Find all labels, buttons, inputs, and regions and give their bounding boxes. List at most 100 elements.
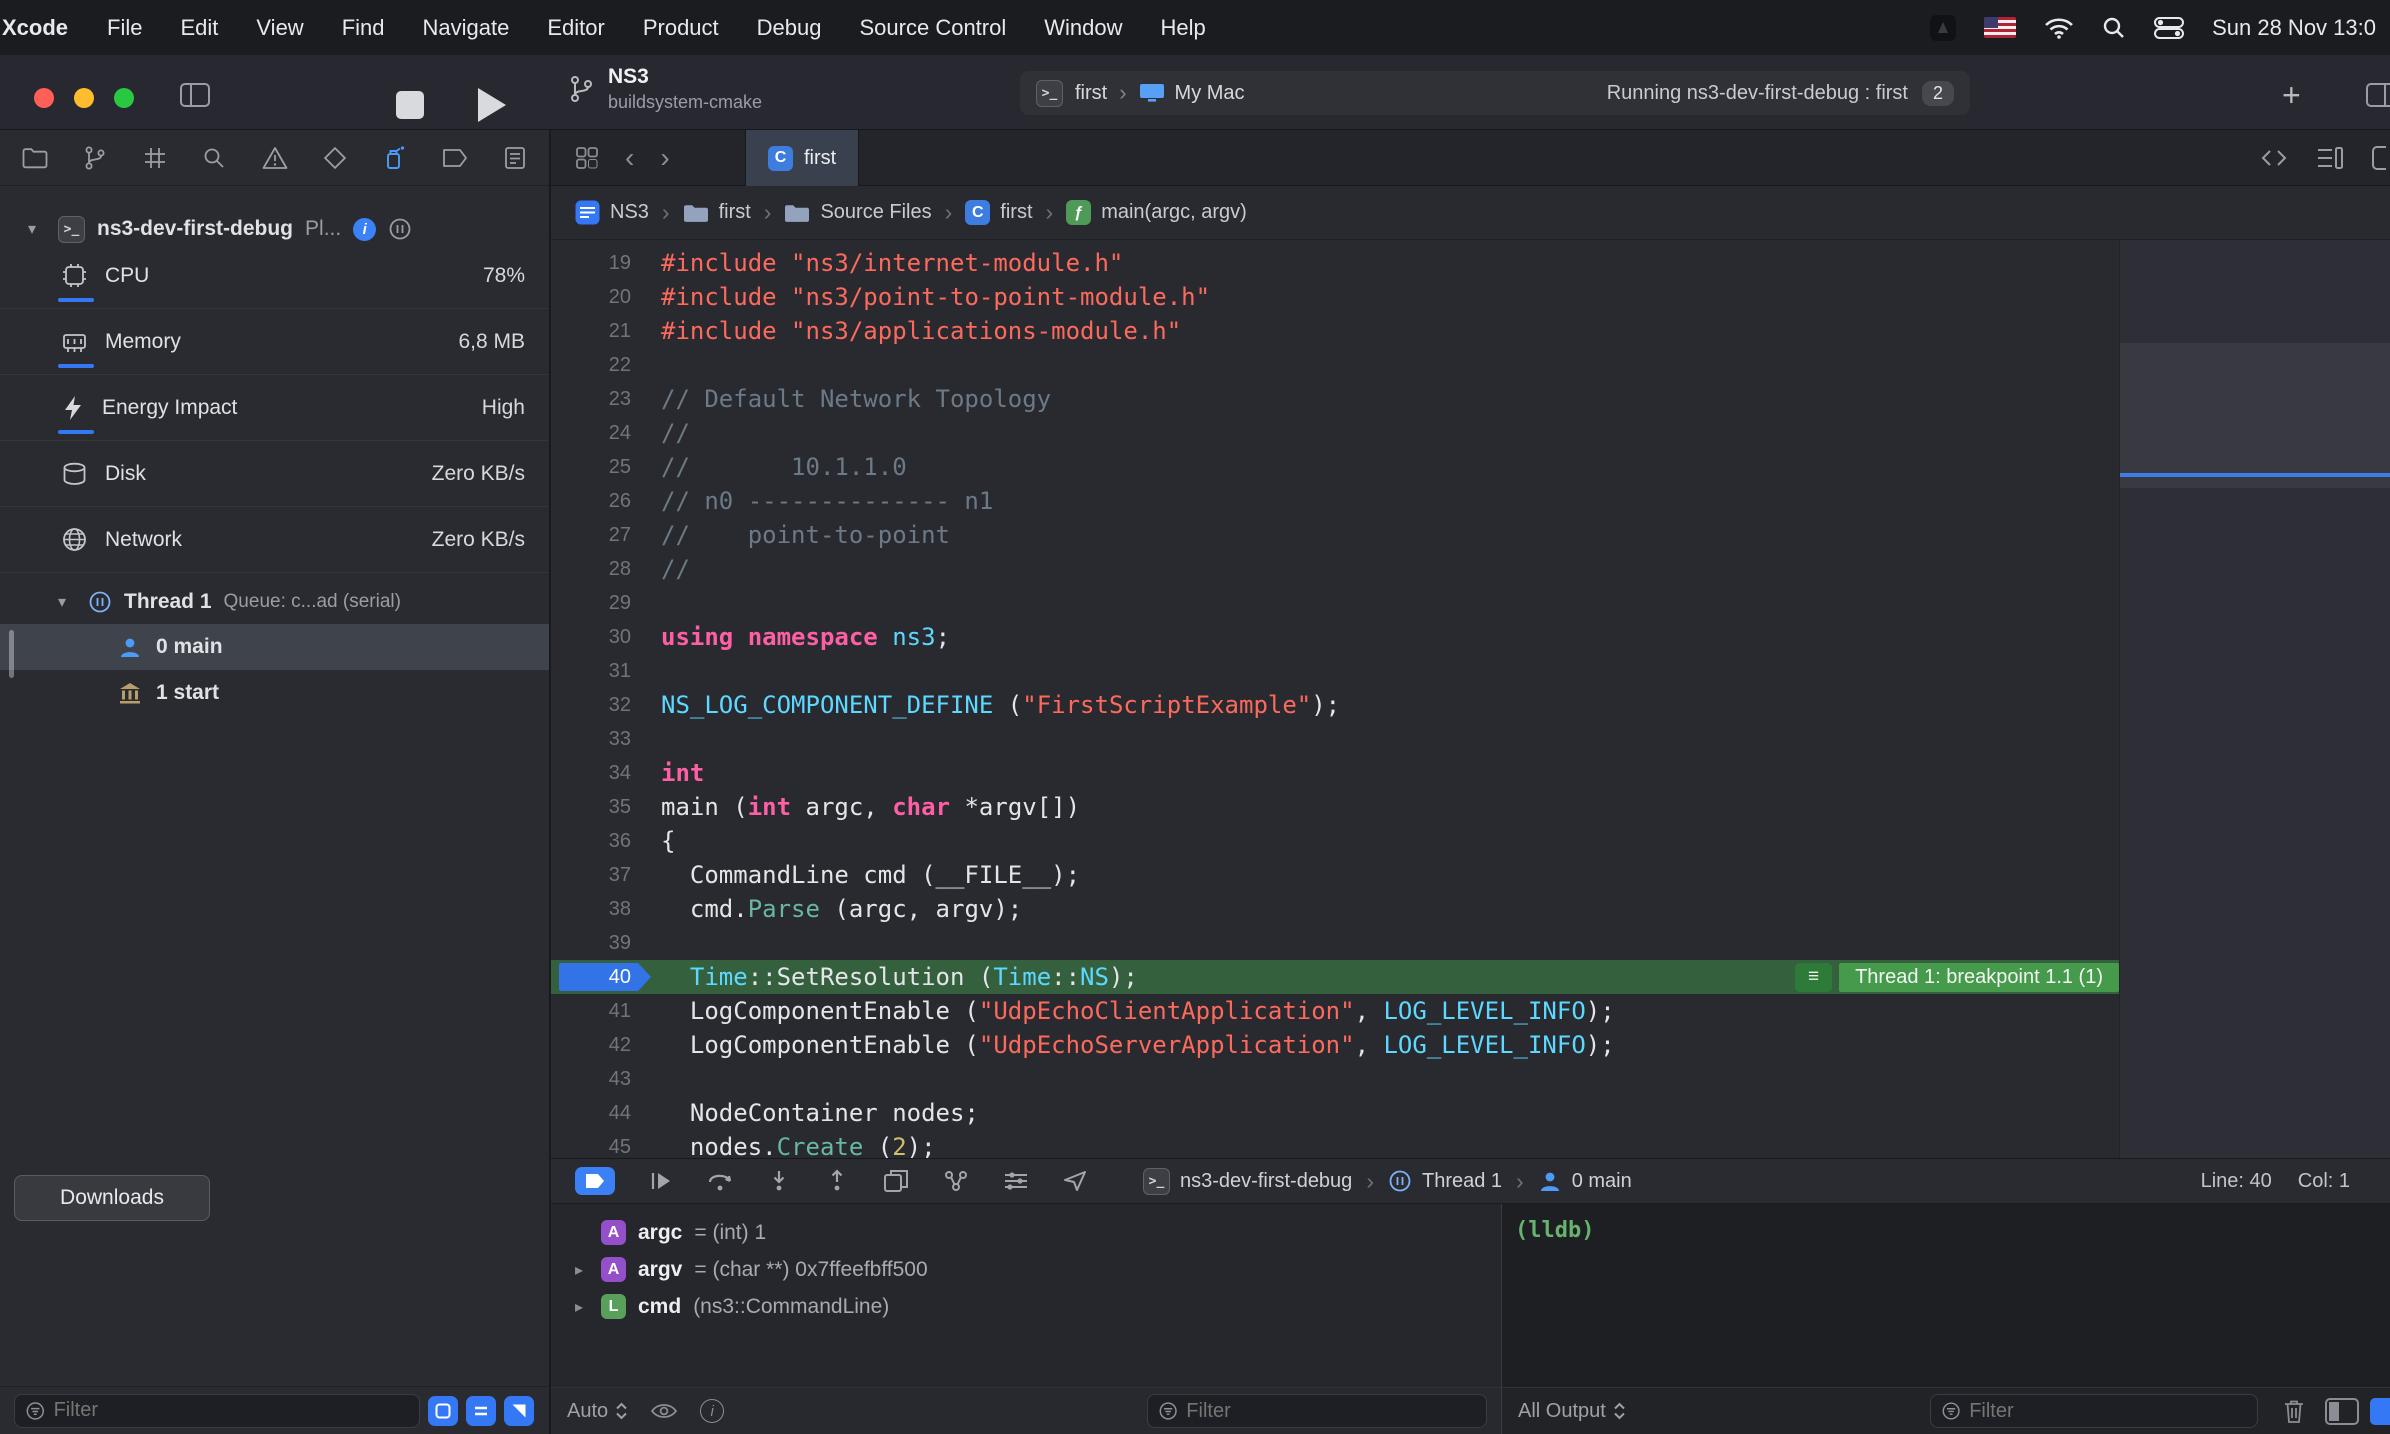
thread-row[interactable]: ▾ Thread 1 Queue: c...ad (serial) [0,580,549,624]
line-number[interactable]: 45 [551,1130,655,1158]
line-number[interactable]: 32 [551,688,655,722]
step-over-button[interactable] [707,1169,733,1193]
breadcrumb-item[interactable]: NS3 [575,200,649,225]
debug-breadcrumb-item[interactable]: Thread 1 [1388,1169,1502,1193]
toggle-navigator-icon[interactable] [180,83,210,107]
stop-button[interactable] [396,91,424,119]
scheme-selector[interactable]: first [1075,82,1107,105]
library-add-button[interactable]: + [2282,77,2301,114]
line-number[interactable]: 38 [551,892,655,926]
code-line-27[interactable]: 27// point-to-point [551,518,2119,552]
symbol-navigator-icon[interactable] [143,146,167,170]
line-number[interactable]: 24 [551,416,655,450]
breadcrumb-item[interactable]: Cfirst [965,200,1032,226]
variable-row-argv[interactable]: ▸Aargv= (char **) 0x7ffeefbff500 [551,1251,1501,1288]
code-line-32[interactable]: 32NS_LOG_COMPONENT_DEFINE ("FirstScriptE… [551,688,2119,722]
toggle-variables-view-icon[interactable] [2325,1398,2359,1425]
issue-navigator-icon[interactable] [262,146,288,170]
code-line-33[interactable]: 33 [551,722,2119,756]
line-number[interactable]: 30 [551,620,655,654]
eye-icon[interactable] [650,1401,678,1421]
line-number[interactable]: 29 [551,586,655,620]
variables-filter-field[interactable] [1147,1394,1487,1428]
disclosure-chevron-icon[interactable]: ▾ [58,592,76,612]
debug-breadcrumb-item[interactable]: >_ns3-dev-first-debug [1143,1168,1352,1195]
variables-filter-input[interactable] [1186,1400,1475,1423]
code-line-20[interactable]: 20#include "ns3/point-to-point-module.h" [551,280,2119,314]
process-info-icon[interactable]: i [353,218,376,241]
tab-overview-icon[interactable] [575,146,599,170]
breadcrumb-item[interactable]: first [683,201,751,224]
line-number[interactable]: 23 [551,382,655,416]
menu-edit[interactable]: Edit [161,15,237,41]
variable-row-argc[interactable]: Aargc= (int) 1 [551,1214,1501,1251]
line-number[interactable]: 36 [551,824,655,858]
destination-selector[interactable]: My Mac [1175,82,1245,105]
stack-frame-1[interactable]: 1 start [0,670,549,716]
menubar-clock[interactable]: Sun 28 Nov 13:0 [2212,15,2376,41]
console-filter-input[interactable] [1969,1400,2246,1423]
line-number[interactable]: 22 [551,348,655,382]
line-number[interactable]: 35 [551,790,655,824]
spotlight-search-icon[interactable] [2102,16,2126,40]
control-center-icon[interactable] [2154,17,2184,39]
process-pause-icon[interactable] [388,217,412,241]
source-editor[interactable]: 19#include "ns3/internet-module.h"20#inc… [551,240,2390,1158]
editor-options-icon[interactable] [2366,83,2390,107]
menu-debug[interactable]: Debug [738,15,841,41]
breadcrumb-item[interactable]: Source Files [784,201,931,224]
menu-editor[interactable]: Editor [528,15,623,41]
code-line-30[interactable]: 30using namespace ns3; [551,620,2119,654]
disclosure-triangle-icon[interactable]: ▸ [569,1297,589,1317]
line-number[interactable]: 33 [551,722,655,756]
debug-memory-graph-button[interactable] [943,1169,969,1193]
adjust-editor-icon[interactable] [2316,146,2344,170]
code-line-36[interactable]: 36{ [551,824,2119,858]
code-line-26[interactable]: 26// n0 -------------- n1 [551,484,2119,518]
menu-source-control[interactable]: Source Control [841,15,1026,41]
menu-view[interactable]: View [237,15,322,41]
line-number[interactable]: 26 [551,484,655,518]
stack-frame-0[interactable]: 0 main [0,624,549,670]
menu-navigate[interactable]: Navigate [404,15,529,41]
test-navigator-icon[interactable] [323,146,347,170]
close-button[interactable] [34,88,54,108]
breakpoints-toggle-button[interactable] [575,1167,615,1195]
line-number[interactable]: 43 [551,1062,655,1096]
gauge-memory[interactable]: Memory6,8 MB [0,309,549,375]
debug-navigator-icon[interactable] [382,145,406,171]
code-review-icon[interactable] [2260,147,2288,169]
code-line-34[interactable]: 34int [551,756,2119,790]
menu-product[interactable]: Product [624,15,738,41]
code-line-39[interactable]: 39 [551,926,2119,960]
code-line-35[interactable]: 35main (int argc, char *argv[]) [551,790,2119,824]
code-line-29[interactable]: 29 [551,586,2119,620]
menu-help[interactable]: Help [1142,15,1225,41]
line-number[interactable]: 42 [551,1028,655,1062]
code-line-45[interactable]: 45 nodes.Create (2); [551,1130,2119,1158]
line-number[interactable]: 41 [551,994,655,1028]
downloads-button[interactable]: Downloads [14,1175,210,1221]
console-filter-field[interactable] [1930,1394,2258,1428]
disclosure-triangle-icon[interactable]: ▸ [569,1260,589,1280]
code-line-43[interactable]: 43 [551,1062,2119,1096]
find-navigator-icon[interactable] [202,146,226,170]
app-menu[interactable]: Xcode [0,15,88,41]
debug-breadcrumb-item[interactable]: 0 main [1538,1169,1632,1193]
variable-row-cmd[interactable]: ▸Lcmd(ns3::CommandLine) [551,1288,1501,1325]
gauge-cpu[interactable]: CPU78% [0,243,549,309]
sidebar-filter-input[interactable] [54,1399,408,1422]
code-line-42[interactable]: 42 LogComponentEnable ("UdpEchoServerApp… [551,1028,2119,1062]
gauge-disk[interactable]: DiskZero KB/s [0,441,549,507]
run-button[interactable] [478,88,506,122]
sidebar-scroll-indicator[interactable] [9,630,14,678]
add-editor-icon[interactable] [2372,146,2386,170]
minimap[interactable] [2119,240,2390,1158]
annotation-menu-icon[interactable]: ≡ [1795,963,1832,992]
menu-file[interactable]: File [88,15,161,41]
forward-button[interactable]: › [660,142,669,174]
code-line-19[interactable]: 19#include "ns3/internet-module.h" [551,246,2119,280]
info-icon[interactable]: i [700,1399,724,1423]
clear-console-icon[interactable] [2282,1398,2306,1424]
menubar-extra-icon[interactable] [1930,15,1956,41]
